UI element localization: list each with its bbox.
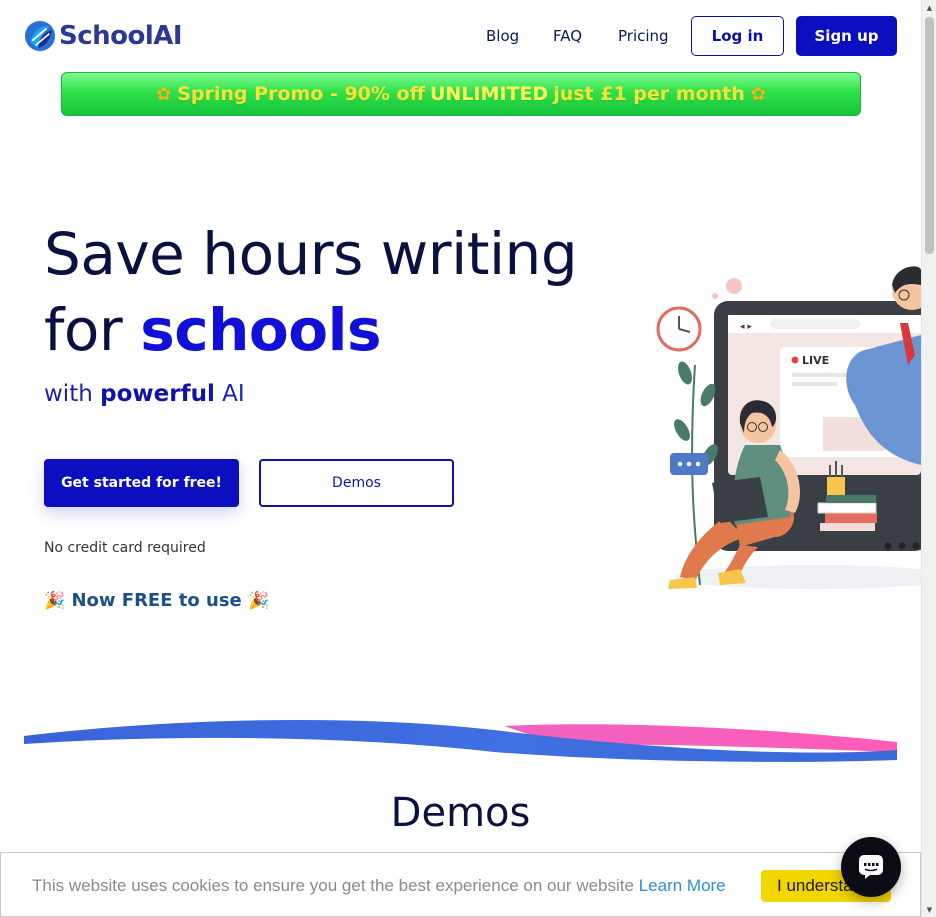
hero-title: Save hours writing for schools — [44, 216, 578, 368]
scroll-up-arrow-icon[interactable]: ▲ — [922, 0, 936, 15]
logo-icon — [25, 21, 55, 51]
cookie-consent-bar: This website uses cookies to ensure you … — [0, 852, 921, 917]
no-credit-card-note: No credit card required — [44, 540, 206, 556]
svg-text:LIVE: LIVE — [802, 354, 829, 367]
flower-icon: ✿ — [156, 83, 172, 105]
signup-button[interactable]: Sign up — [796, 16, 897, 56]
nav-link-blog[interactable]: Blog — [486, 27, 519, 45]
chat-bubble-icon — [670, 453, 708, 475]
nav-link-pricing[interactable]: Pricing — [618, 27, 669, 45]
site-header: SchoolAI Blog FAQ Pricing Log in Sign up — [0, 0, 921, 72]
free-to-use-text: Now FREE to use — [71, 590, 242, 611]
promo-banner[interactable]: ✿ Spring Promo - 90% off UNLIMITED just … — [61, 72, 861, 116]
wave-divider — [24, 719, 897, 762]
hero-illustration: ◂ ▸ LIVE — [656, 266, 921, 589]
login-button[interactable]: Log in — [691, 16, 784, 56]
cookie-message-text: This website uses cookies to ensure you … — [32, 876, 634, 895]
free-to-use-banner: 🎉 Now FREE to use 🎉 — [44, 590, 269, 611]
clock-icon — [656, 306, 702, 352]
get-started-button[interactable]: Get started for free! — [44, 459, 239, 507]
promo-tail: just £1 per month — [553, 83, 745, 105]
demos-section-heading: Demos — [390, 790, 531, 836]
cookie-learn-more-link[interactable]: Learn More — [639, 876, 726, 895]
promo-highlight: UNLIMITED — [430, 83, 549, 105]
scrollbar-thumb[interactable] — [925, 17, 934, 254]
page-scrollbar[interactable]: ▲ ▼ — [921, 0, 936, 917]
chat-launcher-button[interactable] — [841, 837, 901, 897]
logo[interactable]: SchoolAI — [24, 20, 183, 52]
party-popper-icon: 🎉 — [248, 591, 270, 611]
page: SchoolAI Blog FAQ Pricing Log in Sign up… — [0, 0, 921, 917]
promo-lead: Spring Promo - 90% off — [177, 83, 425, 105]
hero-subtitle: with powerful AI — [44, 381, 245, 407]
hero-subtitle-bold: powerful — [100, 381, 215, 407]
hero-title-line1: Save hours writing — [44, 220, 578, 288]
demos-button[interactable]: Demos — [259, 459, 454, 507]
svg-text:◂ ▸: ◂ ▸ — [740, 322, 752, 332]
hero-title-prefix: for — [44, 296, 123, 364]
flower-icon: ✿ — [750, 83, 766, 105]
nav-link-faq[interactable]: FAQ — [553, 27, 582, 45]
cookie-message: This website uses cookies to ensure you … — [32, 876, 726, 896]
logo-text: SchoolAI — [59, 21, 183, 51]
hero-subtitle-prefix: with — [44, 381, 93, 407]
hero-title-accent: schools — [140, 296, 381, 364]
party-popper-icon: 🎉 — [44, 591, 66, 611]
chat-icon — [859, 855, 883, 879]
hero-subtitle-suffix: AI — [222, 381, 245, 407]
scroll-down-arrow-icon[interactable]: ▼ — [922, 902, 936, 917]
